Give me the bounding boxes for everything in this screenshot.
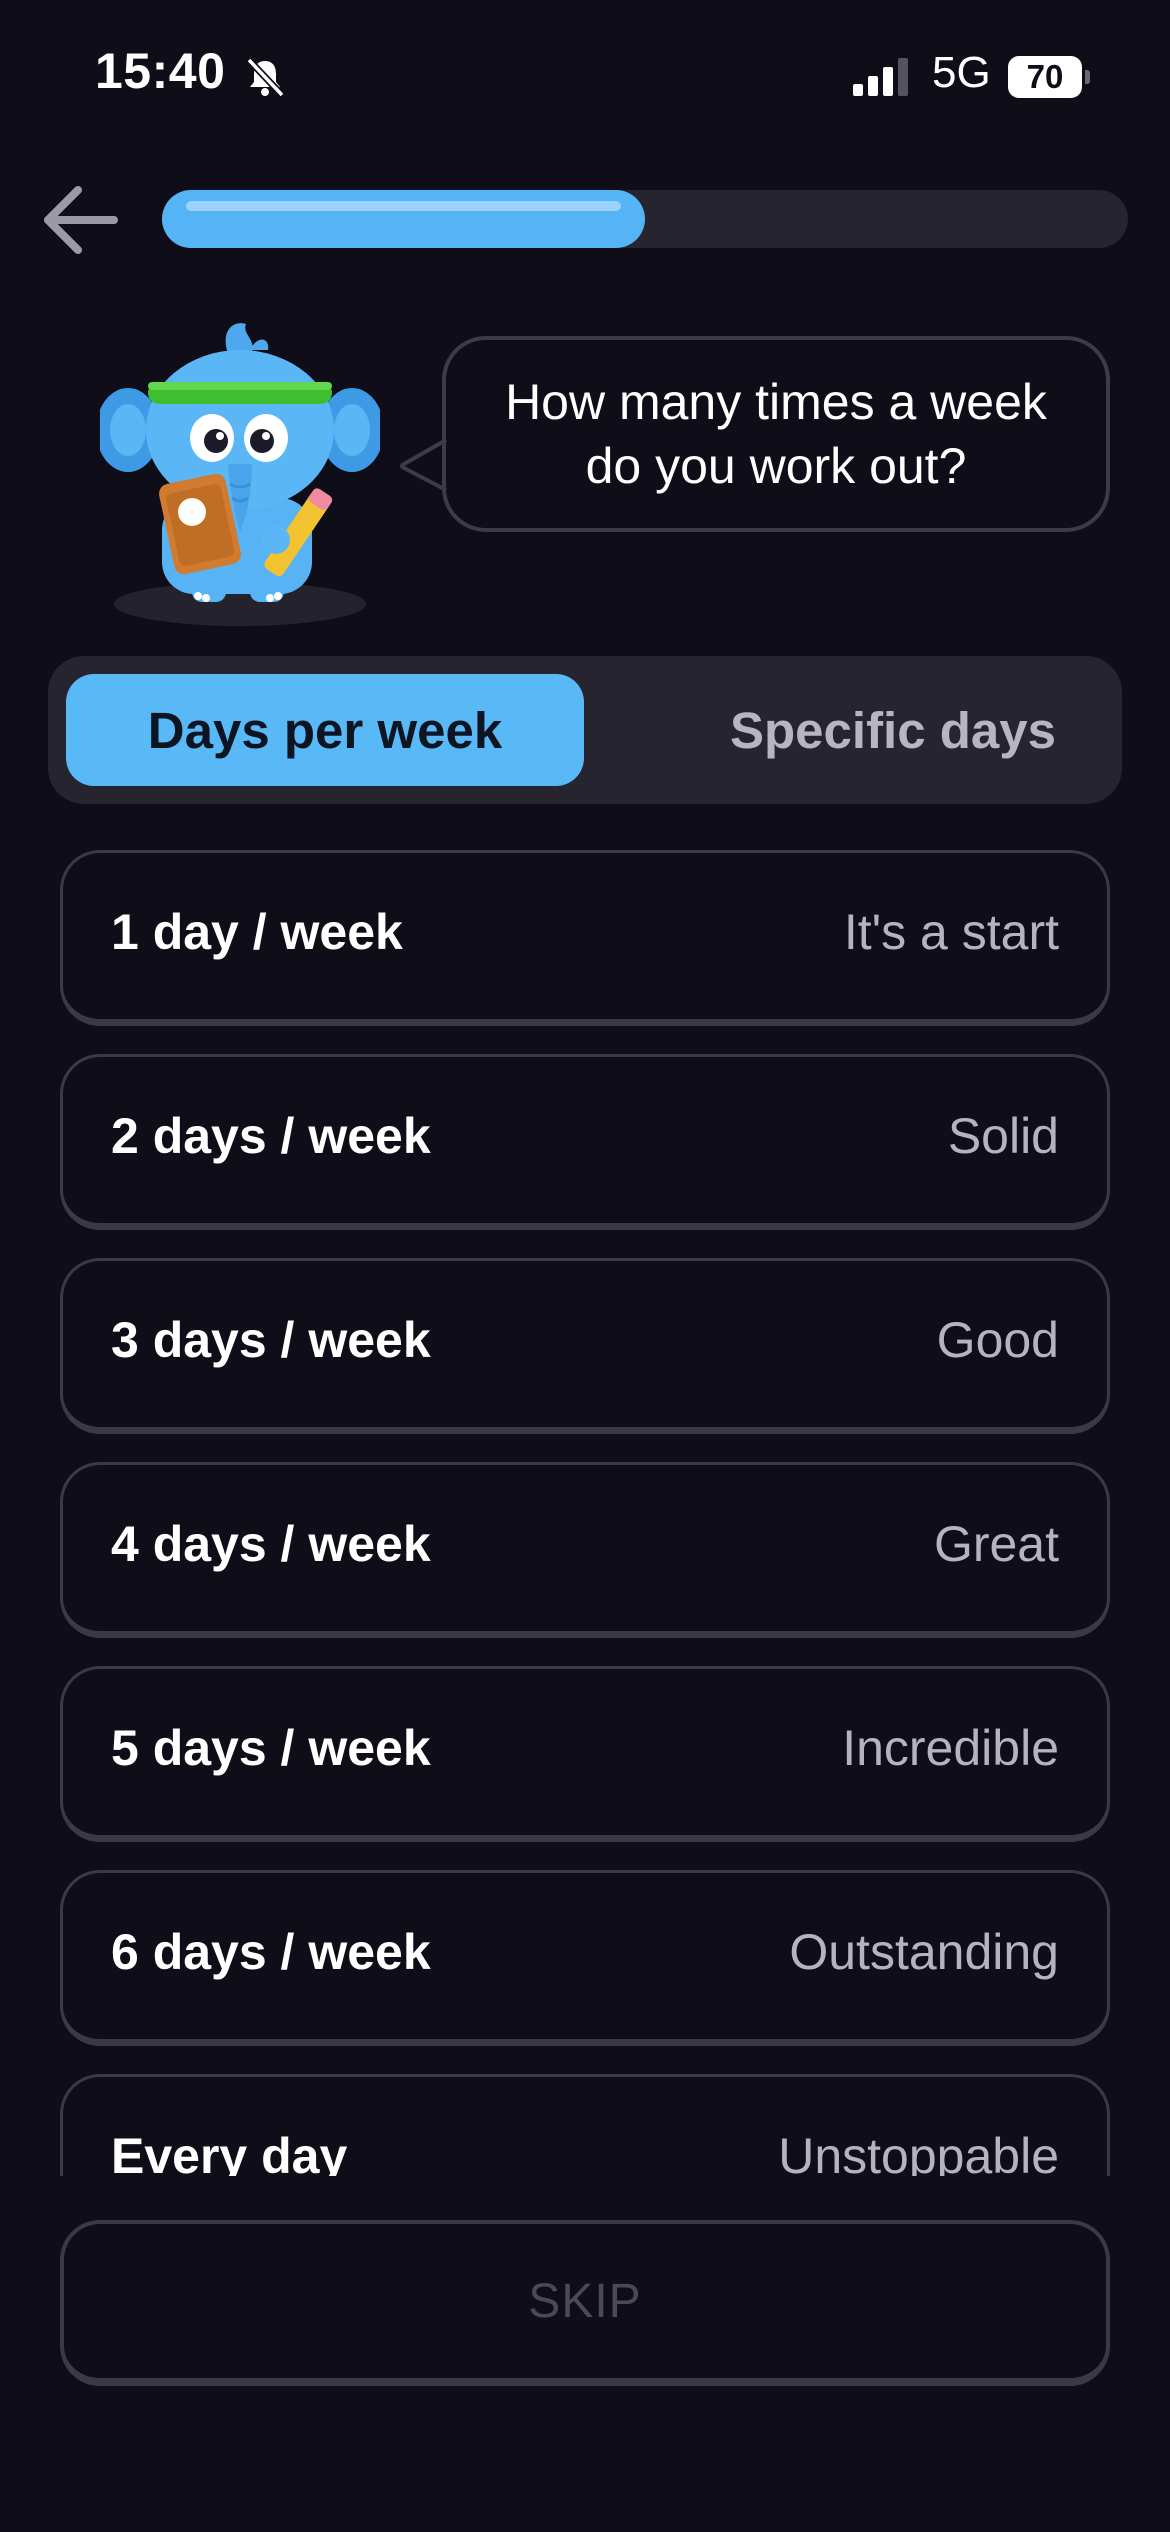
- option-label: 2 days / week: [111, 1108, 431, 1164]
- speech-bubble: How many times a week do you work out?: [442, 336, 1110, 532]
- tab-days-per-week[interactable]: Days per week: [66, 674, 584, 786]
- option-5-days[interactable]: 5 days / week Incredible: [60, 1666, 1110, 1842]
- option-description: It's a start: [843, 904, 1059, 960]
- battery-level: 70: [1008, 56, 1082, 98]
- battery-icon: 70: [1008, 56, 1092, 98]
- option-description: Good: [936, 1312, 1059, 1368]
- option-label: Every day: [111, 2128, 348, 2176]
- option-label: 3 days / week: [111, 1312, 431, 1368]
- option-every-day[interactable]: Every day Unstoppable: [60, 2074, 1110, 2176]
- option-6-days[interactable]: 6 days / week Outstanding: [60, 1870, 1110, 2046]
- bell-muted-icon: [246, 57, 285, 98]
- option-4-days[interactable]: 4 days / week Great: [60, 1462, 1110, 1638]
- option-label: 1 day / week: [111, 904, 403, 960]
- progress-bar: [162, 190, 1128, 248]
- option-description: Great: [933, 1516, 1059, 1572]
- battery-cap: [1085, 70, 1090, 84]
- skip-button[interactable]: SKIP: [60, 2220, 1110, 2386]
- option-2-days[interactable]: 2 days / week Solid: [60, 1054, 1110, 1230]
- network-label: 5G: [932, 48, 991, 97]
- tab-specific-days[interactable]: Specific days: [634, 674, 1152, 786]
- segmented-control: Days per week Specific days: [48, 656, 1122, 804]
- option-description: Outstanding: [789, 1924, 1059, 1980]
- options-list: 1 day / week It's a start 2 days / week …: [0, 850, 1170, 2176]
- elephant-mascot-icon: [100, 323, 380, 626]
- option-label: 6 days / week: [111, 1924, 431, 1980]
- arrow-left-icon: [44, 186, 118, 254]
- option-description: Solid: [947, 1108, 1059, 1164]
- signal-icon: [853, 58, 908, 96]
- option-label: 5 days / week: [111, 1720, 431, 1776]
- screen: 15:40 5G 70 How many times a week do you…: [0, 0, 1170, 2532]
- status-time: 15:40: [95, 43, 226, 99]
- option-1-day[interactable]: 1 day / week It's a start: [60, 850, 1110, 1026]
- progress-shine: [186, 201, 621, 211]
- option-description: Unstoppable: [778, 2128, 1059, 2176]
- progress-fill: [162, 190, 645, 248]
- option-label: 4 days / week: [111, 1516, 431, 1572]
- back-button[interactable]: [36, 176, 124, 264]
- option-description: Incredible: [842, 1720, 1059, 1776]
- option-3-days[interactable]: 3 days / week Good: [60, 1258, 1110, 1434]
